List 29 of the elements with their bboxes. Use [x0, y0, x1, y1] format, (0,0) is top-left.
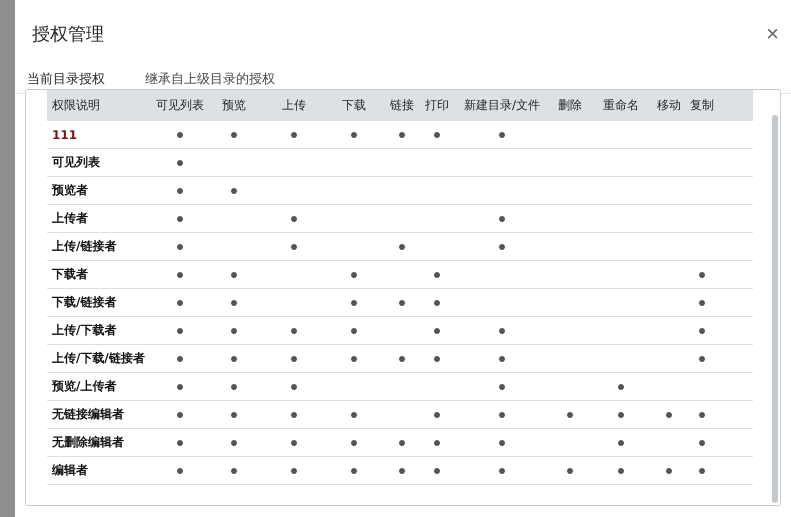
- role-name: 上传/下载者: [51, 322, 118, 339]
- close-button[interactable]: ×: [762, 23, 783, 45]
- role-name: 下载/链接者: [51, 294, 118, 311]
- dialog-title: 授权管理: [32, 23, 104, 46]
- role-name: 111: [51, 128, 78, 142]
- role-name: 预览者: [50, 182, 89, 199]
- column-header: 链接: [389, 97, 415, 114]
- column-header: 删除: [557, 97, 583, 114]
- column-header: 新建目录/文件: [462, 97, 542, 114]
- role-name: 上传者: [51, 210, 89, 227]
- column-header: 预览: [221, 97, 247, 114]
- column-header: 可见列表: [155, 97, 205, 114]
- role-name: 无链接编辑者: [51, 406, 125, 423]
- role-name: 无删除编辑者: [51, 434, 125, 451]
- role-name: 可见列表: [51, 154, 101, 171]
- role-name: 下载者: [51, 266, 89, 283]
- column-header: 移动: [656, 97, 682, 114]
- role-name: 预览/上传者: [50, 378, 118, 395]
- scrollbar[interactable]: [772, 115, 778, 503]
- role-name: 上传/下载/链接者: [51, 350, 146, 367]
- column-header: 上传: [281, 97, 307, 114]
- role-name: 上传/链接者: [51, 238, 118, 255]
- column-header: 权限说明: [51, 97, 101, 114]
- column-header: 重命名: [602, 97, 640, 114]
- tab[interactable]: 继承自上级目录的授权: [145, 73, 275, 91]
- column-header: 下载: [341, 97, 367, 114]
- column-header: 复制: [689, 97, 715, 114]
- column-header: 打印: [424, 97, 450, 114]
- role-name: 编辑者: [50, 462, 89, 479]
